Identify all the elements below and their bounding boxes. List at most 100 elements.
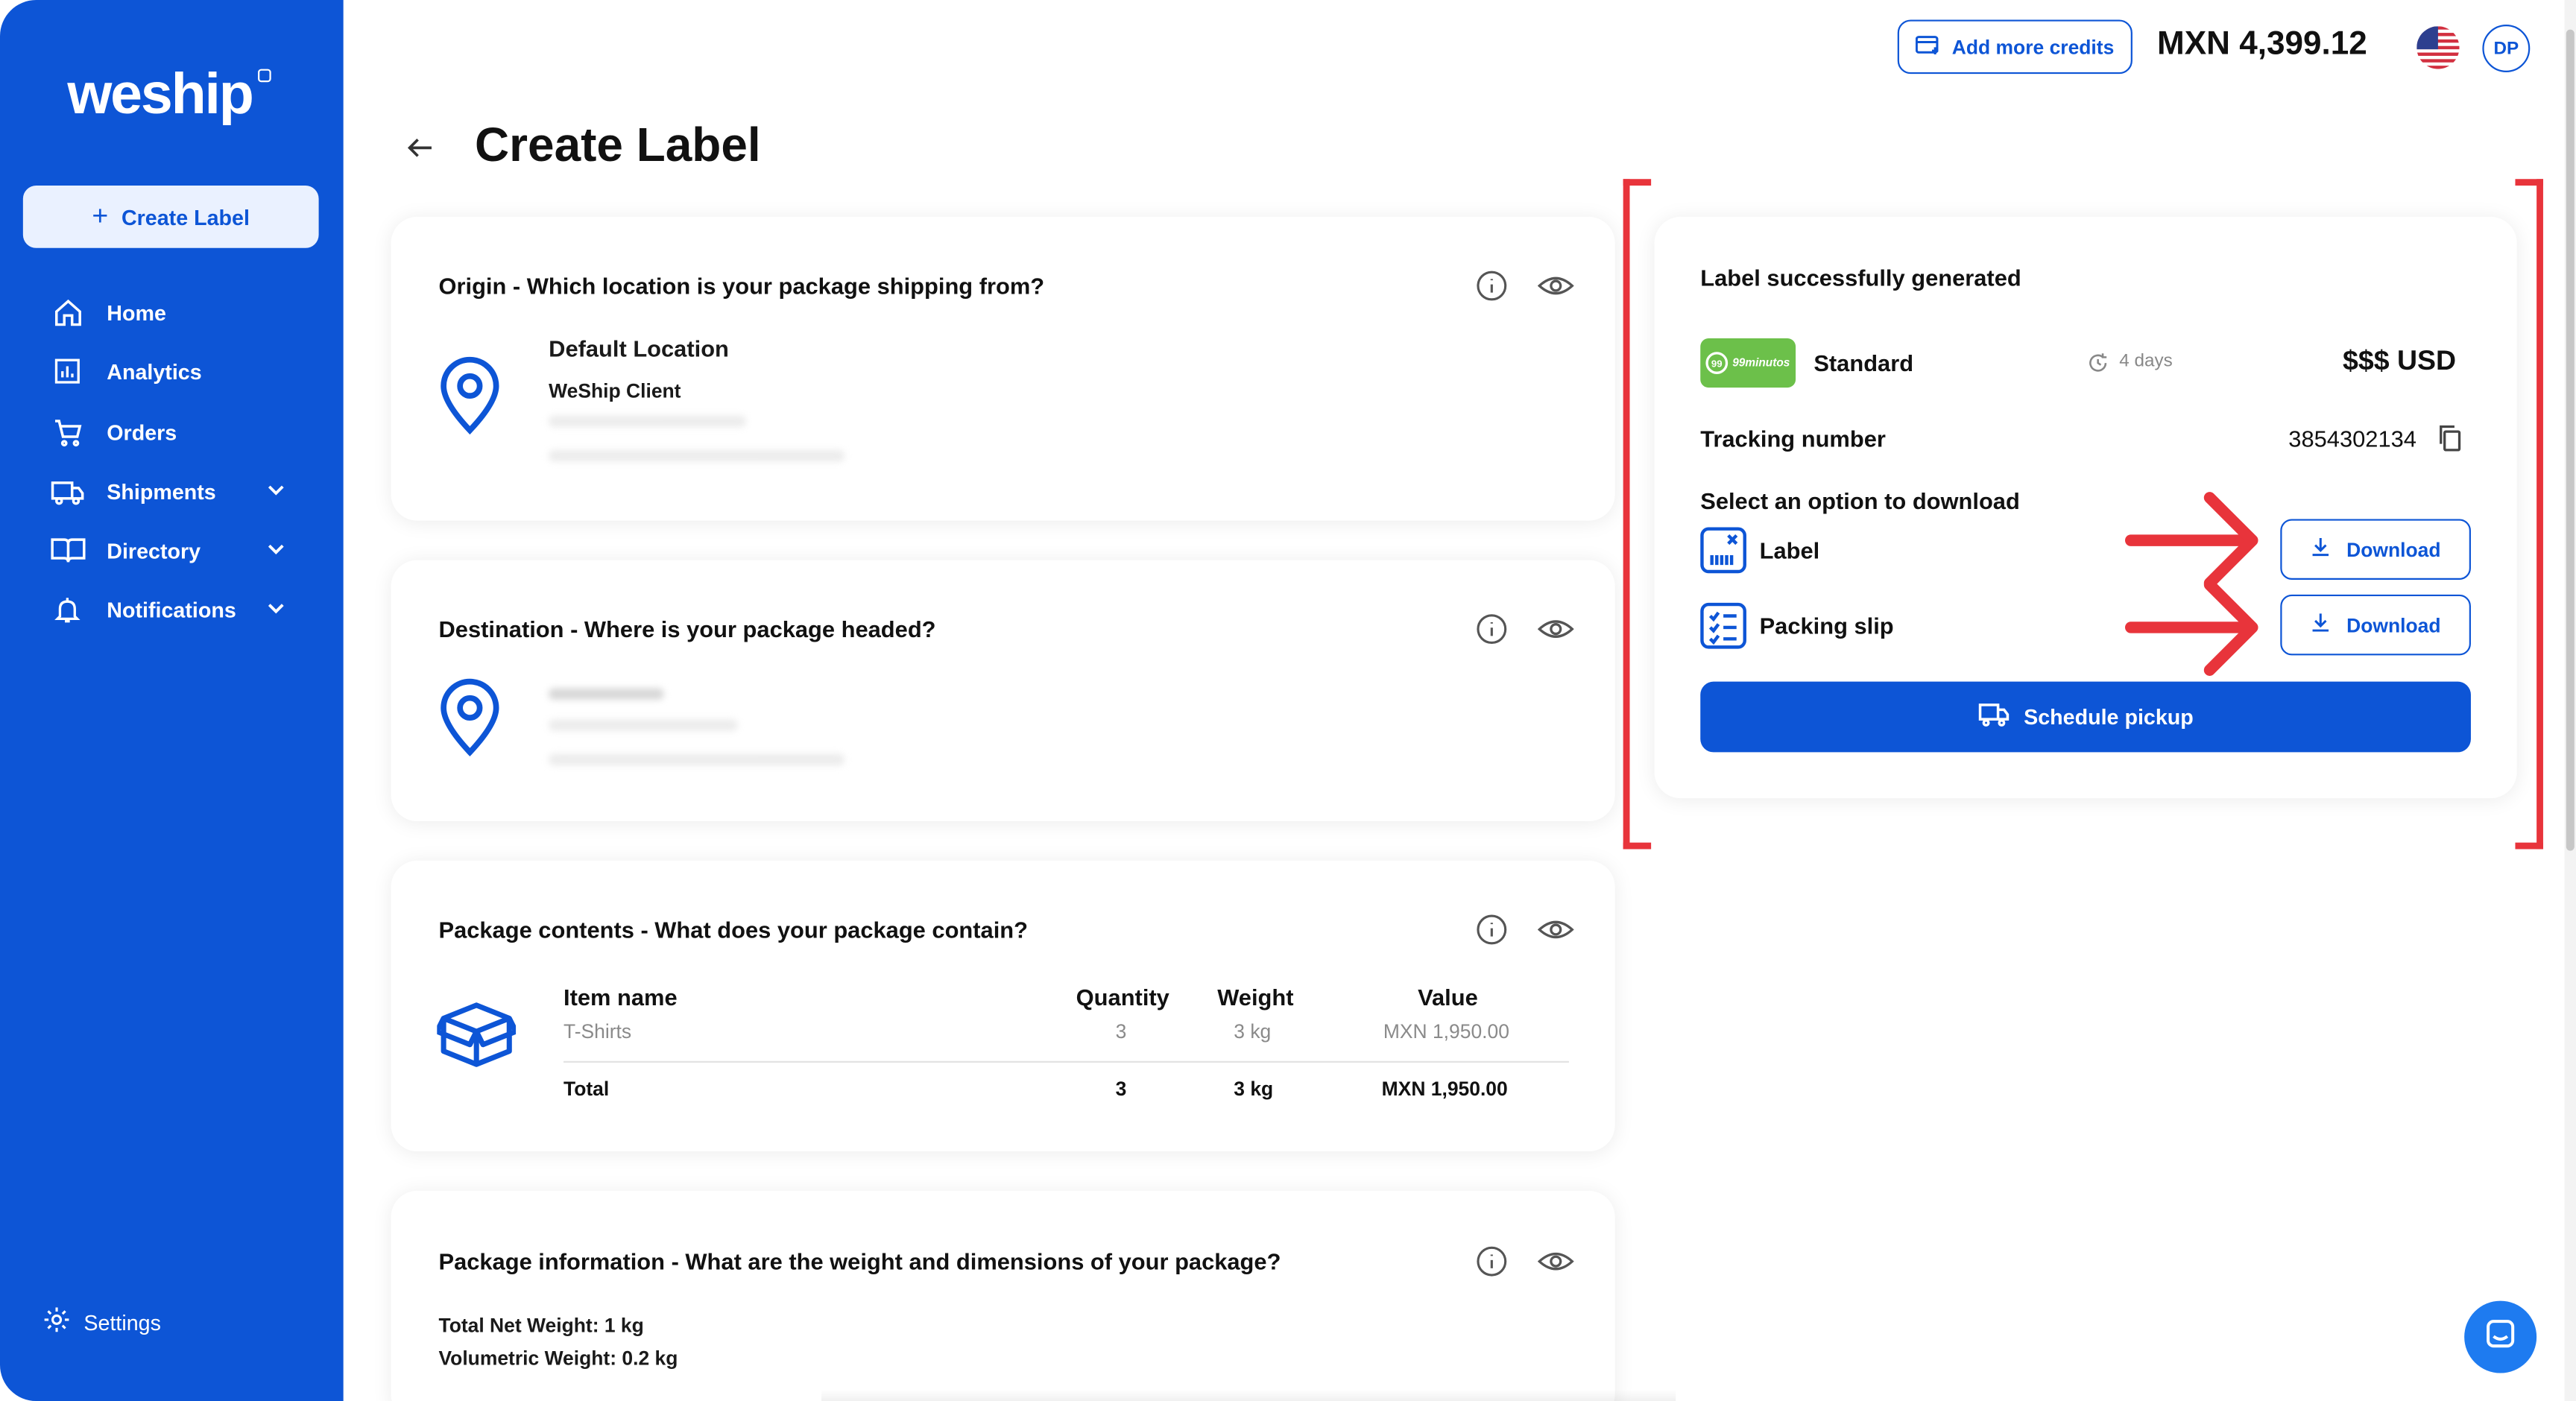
- create-label-button-label: Create Label: [121, 204, 250, 230]
- info-icon[interactable]: [1475, 269, 1508, 310]
- column-header-weight: Weight: [1217, 984, 1294, 1011]
- column-header-value: Value: [1418, 984, 1478, 1011]
- bell-icon: [49, 591, 85, 627]
- sidebar-item-directory[interactable]: Directory: [49, 531, 312, 570]
- table-cell-value: MXN 1,950.00: [1383, 1019, 1509, 1043]
- shipping-price: $$$ USD: [2343, 344, 2457, 376]
- download-button-label: Download: [2346, 537, 2441, 561]
- download-packing-slip-button[interactable]: Download: [2280, 594, 2471, 656]
- info-icon[interactable]: [1475, 613, 1508, 654]
- package-box-icon: [434, 999, 519, 1079]
- carrier-logo-mark-icon: 99: [1706, 352, 1729, 374]
- download-button-label: Download: [2346, 613, 2441, 637]
- info-icon[interactable]: [1475, 1245, 1508, 1286]
- account-balance: MXN 4,399.12: [2156, 26, 2367, 63]
- location-pin-icon: [437, 678, 502, 765]
- location-name: Default Location: [549, 335, 729, 361]
- plus-icon: +: [92, 200, 109, 232]
- download-label-button[interactable]: Download: [2280, 519, 2471, 581]
- eye-icon[interactable]: [1537, 1245, 1574, 1286]
- download-icon: [2311, 536, 2332, 563]
- annotation-arrows-icon: [2125, 492, 2258, 676]
- scrollbar-thumb[interactable]: [2566, 29, 2575, 851]
- carrier-logo-text: 99minutos: [1732, 357, 1790, 369]
- sidebar-item-shipments[interactable]: Shipments: [49, 472, 312, 511]
- checklist-icon: [1699, 601, 1748, 659]
- settings-link[interactable]: Settings: [42, 1306, 161, 1338]
- us-flag-icon[interactable]: [2416, 26, 2460, 69]
- net-weight: Total Net Weight: 1 kg: [438, 1314, 644, 1338]
- gear-icon: [42, 1306, 70, 1338]
- sidebar-item-notifications[interactable]: Notifications: [49, 589, 312, 629]
- copy-icon[interactable]: [2434, 422, 2464, 461]
- carrier-logo: 99 99minutos: [1700, 338, 1796, 388]
- destination-card: Destination - Where is your package head…: [391, 560, 1615, 821]
- sidebar-item-analytics[interactable]: Analytics: [49, 352, 312, 391]
- origin-card: Origin - Which location is your package …: [391, 216, 1615, 521]
- table-total-value: MXN 1,950.00: [1381, 1077, 1508, 1101]
- download-heading: Select an option to download: [1700, 487, 2020, 514]
- sidebar-item-label: Shipments: [107, 478, 216, 504]
- chevron-down-icon[interactable]: [265, 478, 288, 505]
- sidebar-item-label: Directory: [107, 537, 201, 563]
- location-pin-icon: [437, 356, 502, 443]
- blurred-recipient-name: [549, 688, 664, 700]
- info-icon[interactable]: [1475, 913, 1508, 954]
- add-credits-label: Add more credits: [1951, 35, 2115, 59]
- blurred-address-line: [549, 753, 845, 766]
- back-arrow-icon[interactable]: [404, 131, 437, 172]
- package-information-card: Package information - What are the weigh…: [391, 1190, 1615, 1401]
- book-icon: [49, 532, 85, 568]
- sidebar-item-label: Notifications: [107, 597, 236, 622]
- origin-title: Origin - Which location is your package …: [438, 272, 1045, 300]
- avatar[interactable]: DP: [2482, 25, 2531, 72]
- annotation-bracket-right: [2515, 179, 2543, 850]
- barcode-label-icon: [1699, 525, 1748, 583]
- eye-icon[interactable]: [1537, 269, 1574, 310]
- sidebar-item-home[interactable]: Home: [49, 292, 312, 332]
- annotation-bracket-left: [1623, 179, 1652, 850]
- cart-icon: [49, 414, 85, 449]
- schedule-pickup-button[interactable]: Schedule pickup: [1700, 681, 2471, 753]
- chat-icon: [2484, 1317, 2517, 1358]
- table-total-quantity: 3: [1115, 1077, 1127, 1101]
- credit-card-icon: [1916, 34, 1940, 60]
- svg-text:99: 99: [1712, 358, 1723, 370]
- add-credits-button[interactable]: Add more credits: [1897, 19, 2133, 75]
- table-total-label: Total: [564, 1077, 610, 1101]
- client-name: WeShip Client: [549, 379, 681, 402]
- table-cell-weight: 3 kg: [1234, 1019, 1272, 1043]
- table-total-weight: 3 kg: [1234, 1077, 1274, 1101]
- chevron-down-icon[interactable]: [265, 537, 288, 565]
- blurred-address-line: [549, 719, 738, 731]
- create-label-button[interactable]: + Create Label: [22, 186, 319, 248]
- settings-label: Settings: [83, 1309, 161, 1335]
- bottom-fade: [821, 1389, 1676, 1401]
- chevron-down-icon[interactable]: [265, 596, 288, 624]
- clock-refresh-icon: [2086, 352, 2109, 383]
- table-cell-item-name: T-Shirts: [564, 1019, 632, 1043]
- download-option-label: Label: [1759, 537, 1820, 563]
- sidebar: weship + Create Label Home Analytics Ord…: [0, 0, 344, 1401]
- volumetric-weight: Volumetric Weight: 0.2 kg: [438, 1347, 678, 1370]
- schedule-pickup-label: Schedule pickup: [2024, 704, 2194, 730]
- download-option-packing-slip: Packing slip: [1759, 613, 1894, 639]
- chat-launcher-button[interactable]: [2464, 1300, 2537, 1373]
- sidebar-item-label: Analytics: [107, 358, 202, 384]
- truck-icon: [1977, 701, 2010, 733]
- tracking-number-label: Tracking number: [1700, 425, 1886, 452]
- blurred-address-line: [549, 449, 845, 462]
- eye-icon[interactable]: [1537, 913, 1574, 954]
- download-icon: [2311, 611, 2332, 639]
- weship-logo[interactable]: weship: [67, 63, 253, 128]
- eye-icon[interactable]: [1537, 613, 1574, 654]
- truck-icon: [49, 473, 85, 509]
- table-cell-quantity: 3: [1115, 1019, 1127, 1043]
- analytics-icon: [49, 353, 85, 389]
- sidebar-item-orders[interactable]: Orders: [49, 412, 312, 452]
- column-header-quantity: Quantity: [1076, 984, 1169, 1011]
- delivery-eta: 4 days: [2119, 351, 2173, 372]
- sidebar-item-label: Home: [107, 300, 166, 325]
- result-heading: Label successfully generated: [1700, 264, 2021, 291]
- service-name: Standard: [1813, 350, 1914, 376]
